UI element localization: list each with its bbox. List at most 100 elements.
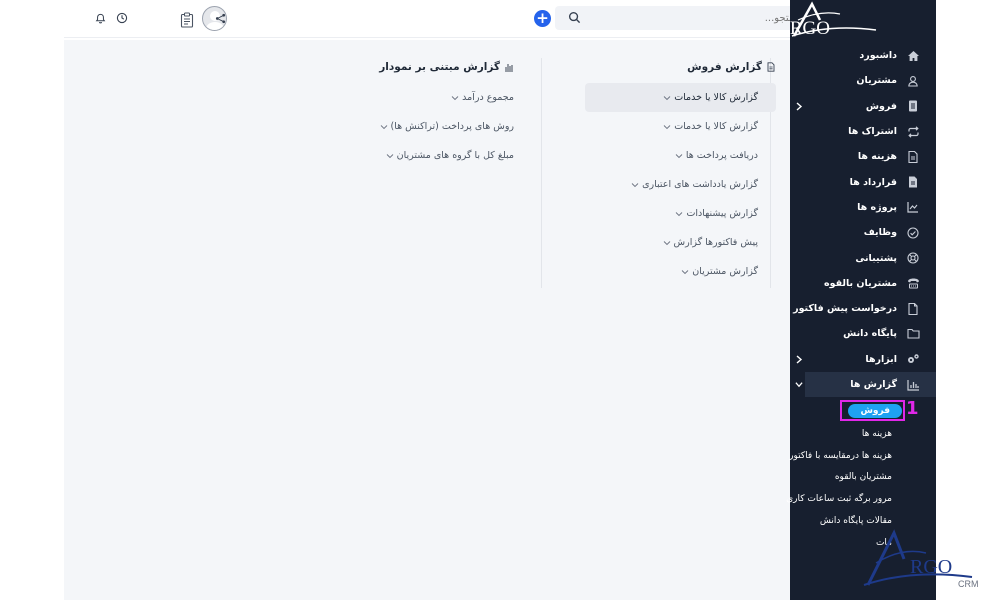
sidebar-item-customers[interactable]: مشتریان: [790, 68, 936, 93]
chevron-right-icon: [796, 102, 803, 111]
receipt-icon: [906, 99, 920, 113]
sidebar-item-leads[interactable]: مشتریان بالقوه: [790, 271, 936, 296]
logo[interactable]: RGO: [790, 0, 936, 40]
report-link[interactable]: مجموع درآمد: [64, 83, 516, 112]
chevron-down-icon: [795, 382, 803, 388]
chevron-down-icon: [663, 95, 671, 100]
sidebar-item-estimate-request[interactable]: درخواست پیش فاکتور: [790, 296, 936, 321]
sidebar-item-label: اشتراک ها: [848, 126, 897, 138]
sidebar-nav: داشبورد مشتریان فروش اشتراک ها هزینه ها: [790, 43, 936, 398]
chevron-down-icon: [663, 240, 670, 245]
report-link[interactable]: مبلغ کل با گروه های مشتریان: [64, 141, 516, 170]
report-link-label: گزارش کالا یا خدمات: [674, 121, 758, 132]
sidebar-item-knowledge-base[interactable]: پایگاه دانش: [790, 321, 936, 346]
sales-report-list: گزارش کالا یا خدمات گزارش کالا یا خدمات …: [585, 83, 776, 286]
user-icon: [906, 74, 920, 88]
report-link-label: پیش فاکتورها گزارش: [673, 237, 758, 248]
report-link-label: مجموع درآمد: [462, 92, 514, 103]
report-link[interactable]: دریافت پرداخت ها: [585, 141, 776, 170]
app: + گزارش فروش گزارش کالا یا خدمات گزارش ک…: [0, 0, 1000, 600]
chevron-right-icon: [796, 355, 803, 364]
sidebar-item-label: پروژه ها: [857, 201, 897, 213]
clipboard-icon[interactable]: [177, 10, 197, 30]
sidebar-item-label: وظایف: [863, 227, 897, 239]
sidebar-item-reports[interactable]: گزارش ها: [795, 371, 936, 398]
chart-icon: [906, 200, 920, 214]
chart-report-list: مجموع درآمد روش های پرداخت (تراکنش ها) م…: [64, 83, 516, 170]
sidebar-item-label: گزارش ها: [850, 379, 897, 390]
chevron-down-icon: [676, 211, 683, 216]
clock-icon[interactable]: [112, 8, 132, 28]
submenu-item-expenses-vs-income[interactable]: هزینه ها درمقایسه با فاکتور: [789, 445, 936, 467]
chart-report-section: گزارش مبتنی بر نمودار مجموع درآمد روش ها…: [64, 56, 516, 170]
sidebar-item-dashboard[interactable]: داشبورد: [790, 43, 936, 68]
chevron-down-icon: [663, 124, 671, 129]
share-icon[interactable]: [210, 8, 230, 28]
contract-icon: [906, 175, 920, 189]
bar-chart-icon: [906, 378, 920, 392]
sales-report-section: گزارش فروش گزارش کالا یا خدمات گزارش کال…: [544, 56, 780, 286]
divider: [541, 58, 542, 288]
submenu-item-label: مشتریان بالقوه: [834, 472, 892, 483]
bar-chart-icon: [505, 64, 513, 72]
submenu-item-leads[interactable]: مشتریان بالقوه: [790, 467, 936, 489]
chevron-down-icon: [386, 153, 393, 158]
chevron-down-icon: [681, 269, 689, 274]
submenu-item-expenses[interactable]: هزینه ها: [790, 423, 936, 445]
report-link[interactable]: روش های پرداخت (تراکنش ها): [64, 112, 516, 141]
document-icon: [906, 302, 920, 316]
reports-content: گزارش فروش گزارش کالا یا خدمات گزارش کال…: [64, 40, 790, 600]
sidebar-item-contracts[interactable]: قرارداد ها: [790, 169, 936, 194]
check-circle-icon: [906, 226, 920, 240]
section-title: گزارش مبتنی بر نمودار: [64, 56, 516, 78]
report-link-label: روش های پرداخت (تراکنش ها): [390, 121, 515, 132]
submenu-item-timesheets[interactable]: مرور برگه ثبت ساعات کاری: [786, 488, 936, 510]
watermark-sub: CRM: [958, 579, 979, 589]
sidebar-item-label: مشتریان بالقوه: [824, 277, 897, 289]
bell-icon[interactable]: [90, 8, 110, 28]
sidebar-item-projects[interactable]: پروژه ها: [790, 195, 936, 220]
argo-crm-watermark: RGO CRM: [863, 529, 979, 589]
report-link[interactable]: پیش فاکتورها گزارش: [585, 228, 776, 257]
search-input[interactable]: [594, 6, 804, 30]
tty-icon: [906, 276, 920, 290]
section-title-text: گزارش مبتنی بر نمودار: [379, 61, 500, 73]
sidebar-item-expenses[interactable]: هزینه ها: [790, 144, 936, 169]
cogs-icon: [906, 352, 920, 366]
report-link-label: گزارش مشتریان: [692, 266, 758, 277]
report-link[interactable]: گزارش کالا یا خدمات: [585, 83, 776, 112]
sidebar-item-tasks[interactable]: وظایف: [790, 220, 936, 245]
report-link-label: گزارش پیشنهادات: [686, 208, 758, 219]
sidebar-item-subscriptions[interactable]: اشتراک ها: [790, 119, 936, 144]
report-link[interactable]: گزارش پیشنهادات: [585, 199, 776, 228]
chevron-down-icon: [380, 124, 387, 129]
watermark-text: RGO: [910, 556, 952, 578]
submenu-item-label: هزینه ها: [861, 428, 892, 439]
sidebar: RGO داشبورد مشتریان فروش اشتراک ها هزینه…: [786, 0, 936, 600]
sidebar-item-support[interactable]: پشتیبانی: [790, 245, 936, 270]
logo-text: RGO: [790, 18, 830, 39]
file-icon: [767, 62, 775, 72]
report-link[interactable]: گزارش کالا یا خدمات: [585, 112, 776, 141]
sidebar-item-sales[interactable]: فروش: [790, 94, 936, 119]
sidebar-item-label: پشتیبانی: [855, 252, 897, 264]
folder-icon: [906, 327, 920, 341]
section-title-text: گزارش فروش: [687, 61, 762, 73]
report-link-label: گزارش یادداشت های اعتباری: [642, 179, 758, 190]
quick-create-button[interactable]: +: [534, 10, 551, 27]
chevron-down-icon: [631, 182, 639, 187]
search-icon[interactable]: [568, 11, 581, 24]
report-link[interactable]: گزارش مشتریان: [585, 257, 776, 286]
report-link[interactable]: گزارش یادداشت های اعتباری: [585, 170, 776, 199]
chevron-down-icon: [675, 153, 683, 158]
sidebar-item-utilities[interactable]: ابزارها: [790, 347, 936, 372]
report-link-label: مبلغ کل با گروه های مشتریان: [396, 150, 514, 161]
top-bar: +: [64, 0, 846, 38]
sidebar-item-label: مشتریان: [856, 75, 897, 87]
file-icon: [906, 150, 920, 164]
sidebar-item-label: پایگاه دانش: [843, 328, 897, 340]
search-box[interactable]: [555, 6, 810, 30]
sidebar-item-label: هزینه ها: [857, 151, 897, 163]
argo-logo: RGO: [790, 1, 877, 39]
submenu-item-label: مرور برگه ثبت ساعات کاری: [786, 494, 892, 505]
